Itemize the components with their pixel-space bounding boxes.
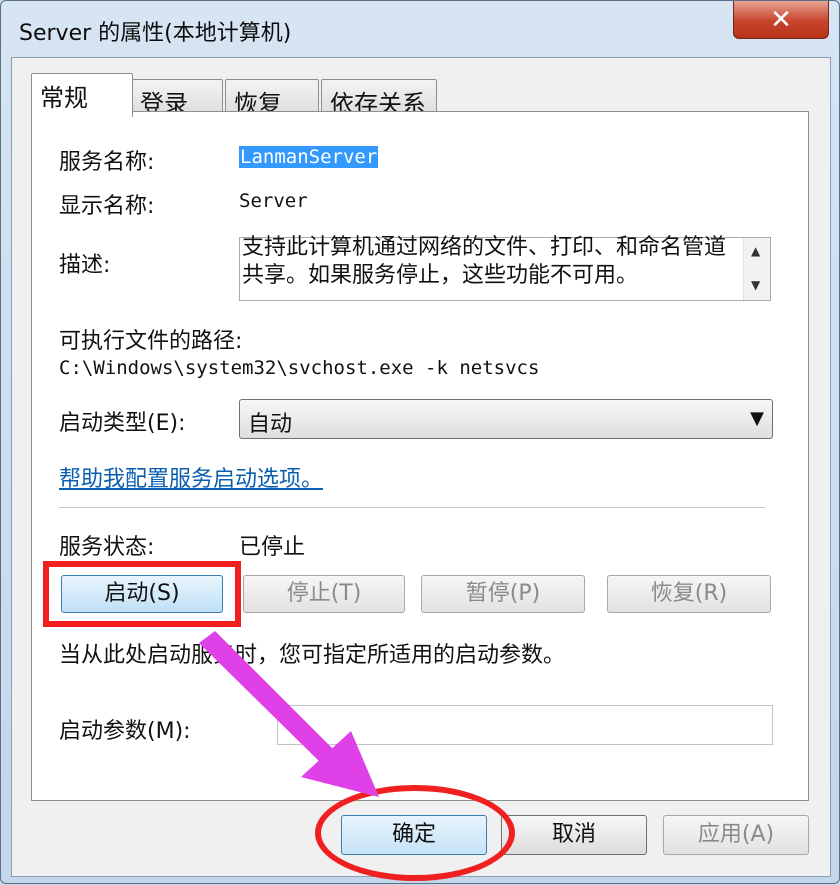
annotation-arrow-shaft: [199, 631, 337, 765]
annotation-arrow: [199, 631, 379, 797]
service-properties-window: Server 的属性(本地计算机) ✕ 常规 登录 恢复 依存关系 服务名称: …: [0, 0, 840, 884]
tab-general-label: 常规: [40, 84, 88, 112]
tab-general[interactable]: 常规: [31, 73, 133, 117]
